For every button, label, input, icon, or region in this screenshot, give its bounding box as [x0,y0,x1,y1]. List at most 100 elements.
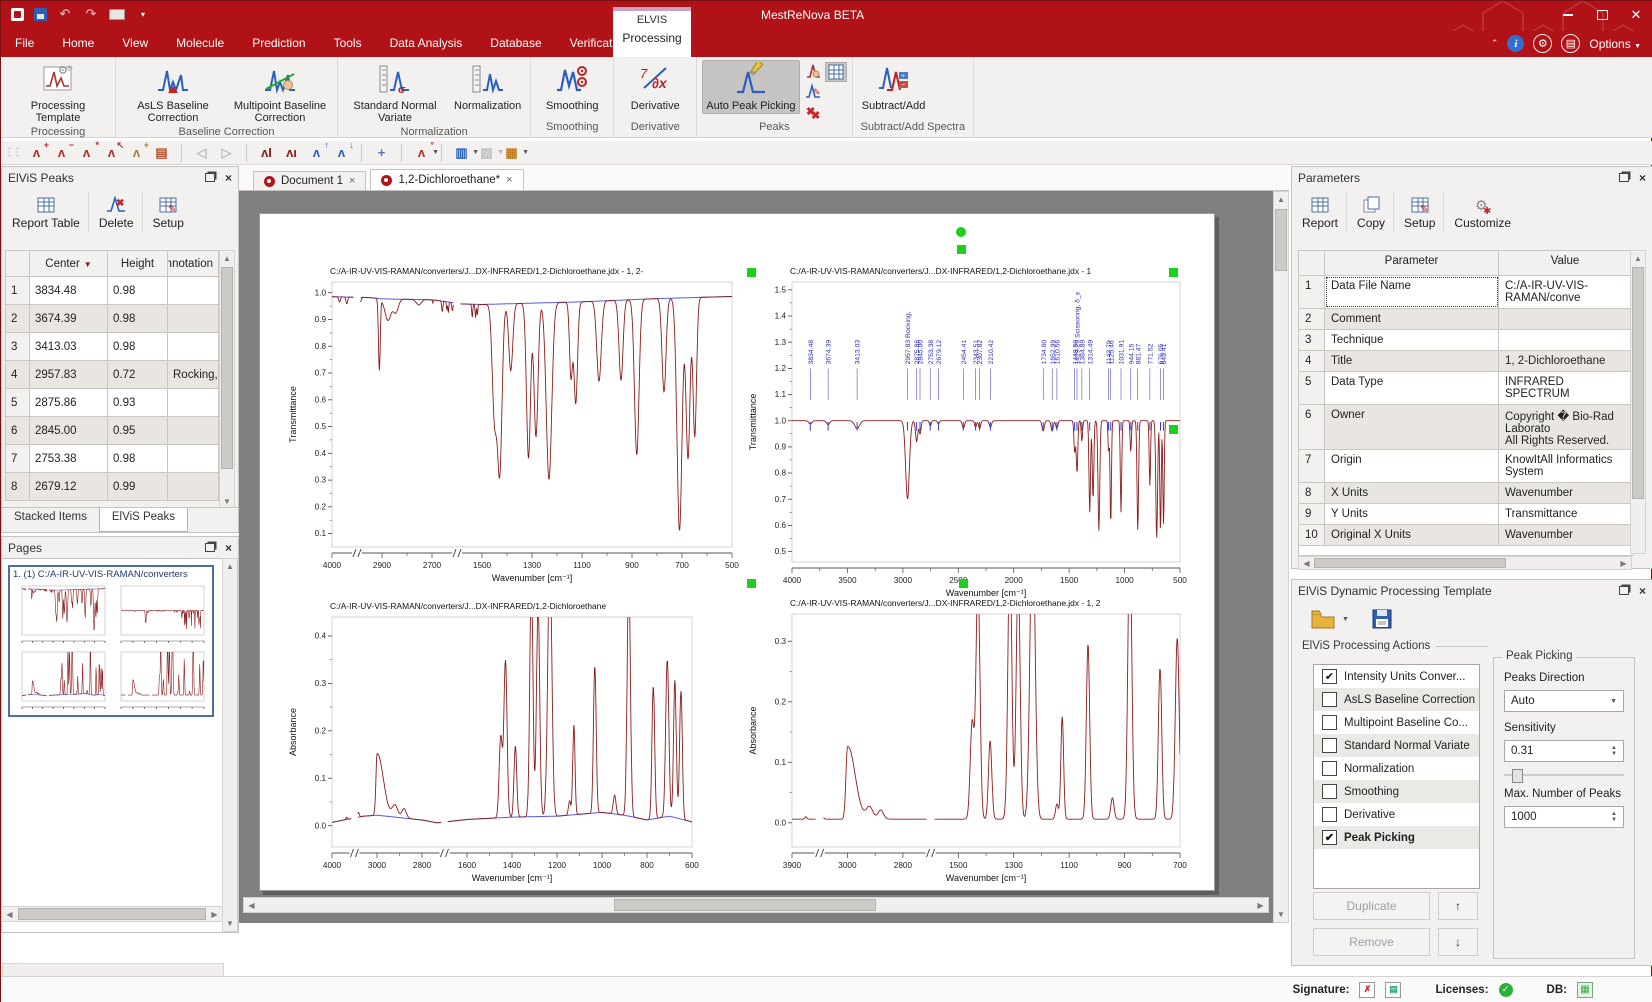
table-row[interactable]: 82679.120.99 [6,473,219,501]
peaks-threshold-small-icon[interactable]: ʌı [281,143,302,163]
action-peak-picking[interactable]: ✔Peak Picking [1314,826,1479,849]
peaks-table-grid[interactable]: Center▼HeightAnnotation13834.480.9823674… [5,250,219,501]
peaks-direction-select[interactable]: Auto▼ [1504,690,1624,712]
peak-edit-icon[interactable]: ✎ [803,82,823,100]
gear-icon[interactable]: ⚙ [1533,34,1552,53]
close-panel-icon[interactable]: × [1639,171,1646,185]
checkbox-icon[interactable] [1322,807,1337,822]
menu-molecule[interactable]: Molecule [162,31,238,56]
float-panel-icon[interactable] [1619,173,1629,182]
stacked-view-icon[interactable]: ▥▼ [451,143,472,163]
peaks-threshold-tall-icon[interactable]: ʌI [256,143,277,163]
fit-peaks-up-icon[interactable]: ʌ↑ [306,143,327,163]
float-panel-icon[interactable] [205,173,215,182]
spectrum-chart-tl[interactable]: 1.00.90.80.70.60.50.40.30.20.14000290027… [278,254,748,594]
selection-handle[interactable] [957,245,966,254]
close-panel-icon[interactable]: × [1639,584,1646,598]
duplicate-button[interactable]: Duplicate [1313,892,1430,920]
parameter-row[interactable]: 9Y UnitsTransmittance [1299,504,1633,525]
subtract-add-button[interactable]: +−Subtract/Add [858,60,930,114]
column-header-value[interactable]: Value [1499,251,1631,275]
options-menu[interactable]: Options ▼ [1589,37,1641,51]
float-panel-icon[interactable] [1619,586,1629,595]
scroll-up-icon[interactable]: ▲ [1274,192,1288,207]
elvis-context-tab[interactable]: ELVIS Processing [613,7,691,57]
peak-by-click-icon[interactable]: ʌ↖ [101,143,122,163]
checkbox-checked-icon[interactable]: ✔ [1322,830,1337,845]
left-dock-hscrollbar[interactable]: ◀ ▶ [1,906,223,922]
canvas-hscrollbar[interactable]: ◀ ▶ [243,897,1269,913]
peak-add-icon[interactable]: ʌ+ [26,143,47,163]
parameter-row[interactable]: 7OriginKnowItAll Informatics System [1299,450,1633,483]
delete-button[interactable]: ✖Delete [91,192,143,232]
parameter-row[interactable]: 2Comment [1299,309,1633,330]
dock-tab-stacked-items[interactable]: Stacked Items [2,508,99,532]
table-row[interactable]: 42957.830.72Rocking, [6,361,219,389]
signature-document-icon[interactable]: ▤ [1385,982,1401,998]
licenses-ok-icon[interactable]: ✓ [1499,983,1513,997]
print-icon[interactable] [109,9,125,20]
scroll-right-icon[interactable]: ▶ [1253,898,1268,912]
spectrum-chart-bl[interactable] [12,648,110,710]
document-tab-document-1[interactable]: Document 1× [253,171,366,190]
peak-manual-threshold-icon[interactable]: ʌ+ [126,143,147,163]
scroll-left-icon[interactable]: ◀ [244,898,259,912]
table-row[interactable]: 33413.030.98 [6,333,219,361]
float-panel-icon[interactable] [205,543,215,552]
selection-rotate-handle[interactable] [956,227,966,237]
peaks-delete-icon[interactable]: ✖✖ [803,102,823,120]
close-button[interactable]: ✕ [1627,7,1645,23]
processing-template-button[interactable]: ⚙⚙Processing Template [6,60,110,126]
page-thumbnail[interactable]: 1. (1) C:/A-IR-UV-VIS-RAMAN/converters [8,565,214,717]
action-smoothing[interactable]: Smoothing [1314,780,1479,803]
processing-actions-list[interactable]: ✔Intensity Units Conver...AsLS Baseline … [1313,664,1480,889]
peaks-by-hand-icon[interactable] [803,62,823,80]
scroll-right-icon[interactable]: ▶ [207,907,222,921]
standard-normal-variate-button[interactable]: σStandard Normal Variate [343,60,447,126]
column-header-center[interactable]: Center▼ [30,251,108,277]
toolbar-drag-handle[interactable]: ⋮⋮ [4,147,20,158]
open-template-icon[interactable] [1310,608,1336,630]
crosshair-icon[interactable]: + [371,143,392,163]
parameter-row[interactable]: 6OwnerCopyright � Bio-Rad Laborato All R… [1299,405,1633,450]
info-icon[interactable]: i [1507,35,1524,52]
derivative-button[interactable]: 7∂xDerivative [619,60,691,114]
peak-report-icon[interactable]: ▤ [151,143,172,163]
slider-thumb[interactable] [1512,769,1523,783]
spectrum-chart-tr[interactable]: 1.51.41.31.21.11.00.90.80.70.60.54000350… [738,254,1188,604]
scroll-down-icon[interactable]: ▼ [1274,907,1288,922]
db-status-icon[interactable]: ▦ [1577,982,1593,998]
menu-home[interactable]: Home [48,31,108,56]
parameter-row[interactable]: 1Data File NameC:/A-IR-UV-VIS-RAMAN/conv… [1299,276,1633,309]
column-header-height[interactable]: Height [108,251,168,277]
parameter-row[interactable]: 3Technique [1299,330,1633,351]
scroll-up-icon[interactable]: ▲ [1631,251,1645,266]
report-button[interactable]: Report [1294,192,1347,232]
peak-remove-icon[interactable]: ʌ− [51,143,72,163]
library-icon[interactable]: ▤ [1561,34,1580,53]
spectrum-chart-tr[interactable] [111,582,209,644]
action-intensity-units-conver[interactable]: ✔Intensity Units Conver... [1314,665,1479,688]
multipoint-baseline-correction-button[interactable]: Multipoint Baseline Correction [228,60,332,126]
menu-view[interactable]: View [108,31,162,56]
scroll-down-icon[interactable]: ▼ [223,916,237,931]
spinner-arrows-icon[interactable]: ▲▼ [1611,811,1617,823]
move-up-button[interactable]: ↑ [1438,892,1478,920]
spectrum-chart-tl[interactable] [12,582,110,644]
scroll-left-icon[interactable]: ◀ [1299,558,1314,570]
scroll-left-icon[interactable]: ◀ [2,907,17,921]
selection-handle[interactable] [747,268,756,277]
max-peaks-input[interactable]: 1000 ▲▼ [1504,806,1624,828]
save-template-icon[interactable] [1371,608,1393,630]
tab-processing[interactable]: Processing [613,31,691,45]
copy-button[interactable]: Copy [1349,192,1394,232]
checkbox-icon[interactable] [1322,738,1337,753]
scroll-right-icon[interactable]: ▶ [1616,557,1631,569]
close-tab-icon[interactable]: × [349,175,355,187]
menu-database[interactable]: Database [476,31,555,56]
parameter-row[interactable]: 10Original X UnitsWavenumber [1299,525,1633,546]
selection-handle[interactable] [1169,425,1178,434]
close-panel-icon[interactable]: × [225,541,232,555]
menu-file[interactable]: File [1,31,48,56]
minimize-button[interactable] [1559,7,1577,23]
